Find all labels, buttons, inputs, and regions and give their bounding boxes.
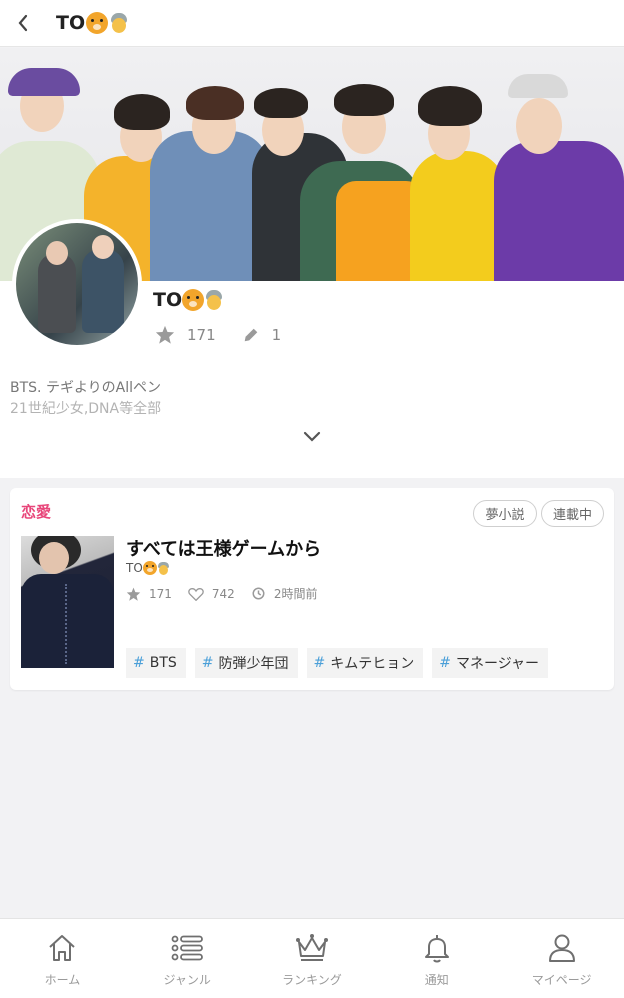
story-title[interactable]: すべては王様ゲームから: [126, 535, 321, 561]
tag-item[interactable]: # キムテヒョン: [306, 648, 424, 678]
home-icon: [49, 935, 76, 961]
bio-line: 21世紀少女,DNA等全部: [10, 401, 162, 417]
story-author[interactable]: TO: [126, 561, 170, 575]
back-button[interactable]: [0, 0, 46, 47]
star-icon: [126, 587, 141, 601]
nav-item-mypage[interactable]: マイページ: [499, 919, 624, 998]
tiger-emoji-icon: [142, 561, 157, 575]
nav-label: ランキング: [282, 973, 342, 987]
person-emoji-icon: [157, 561, 170, 575]
crown-icon: [295, 934, 328, 961]
clock-refresh-icon: [252, 587, 265, 600]
nav-item-home[interactable]: ホーム: [0, 919, 125, 998]
nav-label: 通知: [424, 973, 449, 987]
nav-item-genre[interactable]: ジャンル: [125, 919, 250, 998]
person-emoji-icon: [109, 12, 129, 34]
tag-label: キムテヒョン: [330, 656, 415, 672]
nav-item-notifications[interactable]: 通知: [374, 919, 499, 998]
work-count: 1: [271, 325, 282, 344]
nav-label: ホーム: [44, 973, 81, 987]
profile-name-text: TO: [153, 289, 183, 311]
star-count: 171: [187, 325, 216, 344]
nav-label: ジャンル: [163, 973, 211, 987]
story-stats: 171 742 2時間前: [126, 585, 333, 602]
list-icon: [171, 935, 204, 961]
page-title: TO: [56, 12, 129, 34]
bio-line: BTS. テギよりのAllペン: [10, 380, 162, 396]
badge-serializing: 連載中: [541, 500, 604, 527]
story-like-count: 742: [211, 586, 235, 601]
bell-icon: [424, 935, 449, 963]
profile-name: TO: [153, 289, 224, 311]
person-emoji-icon: [204, 289, 224, 311]
badge-dream-novel: 夢小説: [473, 500, 537, 527]
tag-item[interactable]: # BTS: [126, 648, 186, 678]
tag-label: マネージャー: [455, 656, 540, 672]
tag-label: 防弾少年団: [218, 656, 289, 672]
top-bar: TO: [0, 0, 624, 47]
expand-bio-button[interactable]: [302, 429, 322, 449]
genre-label: 恋愛: [21, 503, 52, 521]
page-title-text: TO: [56, 12, 86, 34]
pencil-icon: [244, 328, 257, 341]
story-updated-time: 2時間前: [273, 587, 318, 601]
profile-section: TO 171 1 BTS. テギよりのAllペン 21世紀少女,DNA等全部: [0, 219, 624, 478]
story-star-count: 171: [149, 586, 172, 601]
tiger-emoji-icon: [182, 289, 205, 311]
person-icon: [548, 934, 575, 962]
bottom-navigation: ホーム ジャンル ランキング 通知 マイページ: [0, 918, 624, 998]
nav-label: マイページ: [531, 973, 592, 987]
star-icon: [155, 325, 175, 344]
story-card[interactable]: 恋愛 夢小説 連載中 すべては王様ゲームから TO 171 742 2時間前 #…: [10, 488, 614, 690]
story-cover-image[interactable]: [21, 536, 114, 668]
nav-item-ranking[interactable]: ランキング: [250, 919, 375, 998]
tiger-emoji-icon: [86, 12, 109, 34]
profile-stats: 171 1: [155, 325, 307, 344]
tag-label: BTS: [149, 655, 177, 671]
chevron-down-icon: [303, 431, 321, 442]
profile-bio: BTS. テギよりのAllペン 21世紀少女,DNA等全部: [10, 378, 161, 420]
tag-item[interactable]: # 防弾少年団: [194, 648, 298, 678]
heart-icon: [188, 587, 204, 601]
tag-list: # BTS # 防弾少年団 # キムテヒョン # マネージャー: [126, 648, 549, 678]
chevron-left-icon: [18, 14, 28, 32]
avatar[interactable]: [12, 219, 142, 349]
story-author-text: TO: [126, 561, 143, 575]
tag-item[interactable]: # マネージャー: [432, 648, 549, 678]
